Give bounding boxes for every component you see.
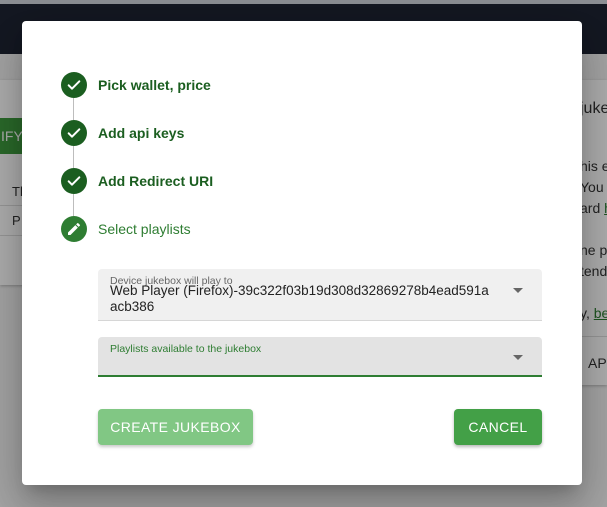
chevron-down-icon[interactable] (513, 288, 523, 293)
playlists-select[interactable]: Playlists available to the jukebox (98, 337, 542, 377)
step-label: Select playlists (98, 221, 191, 237)
check-icon (61, 120, 87, 146)
pencil-icon (61, 216, 87, 242)
chevron-down-icon[interactable] (513, 355, 523, 360)
stepper-step-select-playlists[interactable]: Select playlists (61, 216, 191, 242)
playlists-select-label: Playlists available to the jukebox (110, 343, 262, 355)
check-icon (61, 168, 87, 194)
step-label: Pick wallet, price (98, 77, 211, 93)
stepper-step-api-keys[interactable]: Add api keys (61, 120, 184, 146)
step-connector (73, 98, 74, 120)
device-select[interactable]: Device jukebox will play to Web Player (… (98, 269, 542, 321)
device-select-value: Web Player (Firefox)-39c322f03b19d308d32… (110, 283, 489, 314)
step-label: Add api keys (98, 125, 185, 141)
cancel-button[interactable]: Cancel (454, 409, 542, 445)
create-jukebox-dialog: Pick wallet, price Add api keys Add Redi… (22, 21, 582, 485)
stepper-step-pick-wallet[interactable]: Pick wallet, price (61, 72, 211, 98)
stepper-step-redirect-uri[interactable]: Add Redirect URI (61, 168, 213, 194)
step-connector (73, 146, 74, 168)
step-connector (73, 194, 74, 216)
create-jukebox-button[interactable]: Create Jukebox (98, 409, 253, 445)
step-label: Add Redirect URI (98, 173, 214, 189)
check-icon (61, 72, 87, 98)
